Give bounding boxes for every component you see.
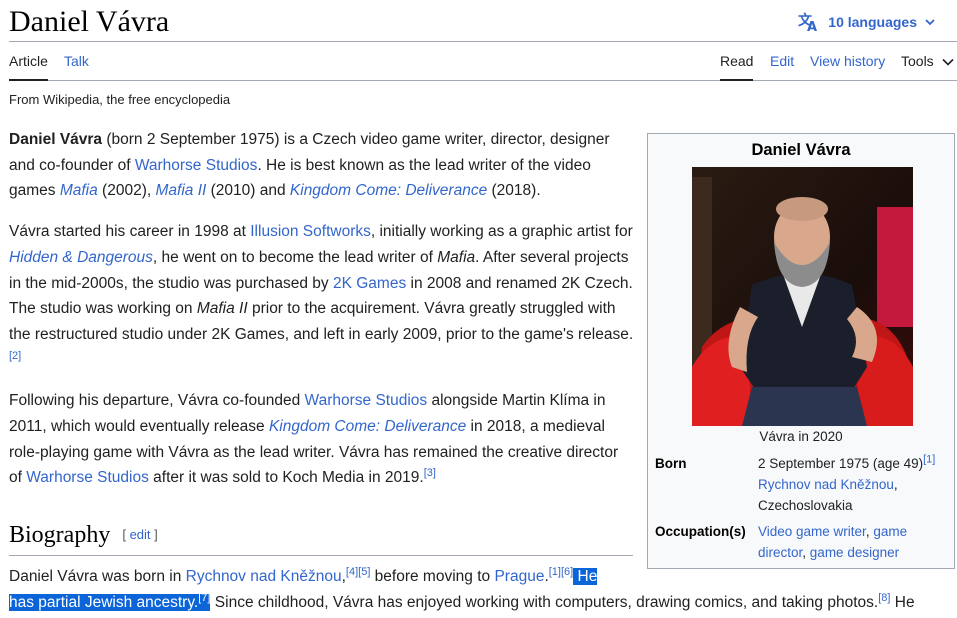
biography-paragraph: Daniel Vávra was born in Rychnov nad Kně… bbox=[9, 565, 915, 611]
link-game-designer[interactable]: game designer bbox=[810, 545, 899, 560]
page-title: Daniel Vávra bbox=[9, 5, 170, 38]
selected-text: He bbox=[573, 568, 598, 585]
page-tabs: Article Talk Read Edit View history Tool… bbox=[9, 42, 957, 81]
link-rychnov[interactable]: Rychnov nad Kněžnou bbox=[758, 477, 894, 492]
tab-read[interactable]: Read bbox=[720, 53, 754, 81]
link-hidden-and-dangerous[interactable]: Hidden & Dangerous bbox=[9, 249, 153, 266]
lead-paragraph-3: Following his departure, Vávra co-founde… bbox=[9, 392, 619, 487]
reference-link[interactable]: [6] bbox=[561, 566, 573, 578]
reference-link[interactable]: [8] bbox=[878, 592, 890, 604]
link-warhorse-studios[interactable]: Warhorse Studios bbox=[135, 157, 258, 174]
languages-button[interactable]: 文 A 10 languages bbox=[798, 12, 935, 32]
link-mafia-ii[interactable]: Mafia II bbox=[155, 182, 206, 199]
lead-paragraph-2: Vávra started his career in 1998 at Illu… bbox=[9, 223, 634, 362]
tab-edit[interactable]: Edit bbox=[770, 53, 794, 70]
infobox-row-born: Born 2 September 1975 (age 49)[1] Rychno… bbox=[655, 453, 950, 516]
reference-link[interactable]: [2] bbox=[9, 349, 21, 361]
reference-link[interactable]: [7] bbox=[198, 592, 210, 604]
photo-caption: Vávra in 2020 bbox=[759, 429, 843, 444]
translate-icon: 文 A bbox=[798, 12, 820, 32]
site-tagline: From Wikipedia, the free encyclopedia bbox=[9, 92, 231, 107]
link-rychnov[interactable]: Rychnov nad Kněžnou bbox=[186, 568, 342, 585]
link-illusion-softworks[interactable]: Illusion Softworks bbox=[250, 223, 371, 240]
link-warhorse-studios[interactable]: Warhorse Studios bbox=[26, 469, 149, 486]
tab-view-history[interactable]: View history bbox=[810, 53, 885, 70]
tab-talk[interactable]: Talk bbox=[64, 53, 89, 70]
tools-menu[interactable]: Tools bbox=[901, 53, 954, 70]
chevron-down-icon bbox=[942, 53, 954, 70]
reference-link[interactable]: [1] bbox=[549, 566, 561, 578]
link-prague[interactable]: Prague bbox=[494, 568, 544, 585]
portrait-photo[interactable] bbox=[692, 167, 913, 426]
reference-link[interactable]: [4] bbox=[346, 566, 358, 578]
lead-paragraph-1: Daniel Vávra (born 2 September 1975) is … bbox=[9, 131, 610, 200]
infobox-label: Born bbox=[655, 456, 687, 471]
infobox-label: Occupation(s) bbox=[655, 524, 746, 539]
subject-name: Daniel Vávra bbox=[9, 131, 103, 148]
infobox-title: Daniel Vávra bbox=[751, 141, 851, 159]
link-kingdom-come[interactable]: Kingdom Come: Deliverance bbox=[269, 418, 466, 435]
languages-label: 10 languages bbox=[828, 14, 917, 30]
link-video-game-writer[interactable]: Video game writer bbox=[758, 524, 866, 539]
section-heading-biography: Biography [ edit ] bbox=[9, 519, 633, 556]
infobox: Daniel Vávra Vávra in 2020 Born 2 Septem… bbox=[647, 133, 955, 569]
link-kingdom-come[interactable]: Kingdom Come: Deliverance bbox=[290, 182, 487, 199]
infobox-value: Video game writer, game director, game d… bbox=[758, 524, 908, 560]
infobox-row-occupation: Occupation(s) Video game writer, game di… bbox=[655, 521, 950, 563]
link-2k-games[interactable]: 2K Games bbox=[333, 275, 406, 292]
reference-link[interactable]: [3] bbox=[424, 467, 436, 479]
link-mafia[interactable]: Mafia bbox=[60, 182, 98, 199]
reference-link[interactable]: [1] bbox=[923, 454, 935, 466]
edit-section-link[interactable]: edit bbox=[130, 527, 151, 542]
article-lead: Daniel Vávra (born 2 September 1975) is … bbox=[9, 127, 634, 506]
tools-label: Tools bbox=[901, 53, 934, 69]
infobox-value: 2 September 1975 (age 49)[1] Rychnov nad… bbox=[758, 453, 936, 513]
tab-article[interactable]: Article bbox=[9, 53, 48, 81]
section-edit: [ edit ] bbox=[122, 527, 158, 542]
chevron-down-icon bbox=[925, 18, 935, 26]
reference-link[interactable]: [5] bbox=[358, 566, 370, 578]
heading-text: Biography bbox=[9, 522, 111, 548]
link-warhorse-studios[interactable]: Warhorse Studios bbox=[305, 392, 428, 409]
svg-text:A: A bbox=[807, 20, 817, 32]
selected-text: has partial Jewish ancestry. bbox=[9, 594, 199, 611]
